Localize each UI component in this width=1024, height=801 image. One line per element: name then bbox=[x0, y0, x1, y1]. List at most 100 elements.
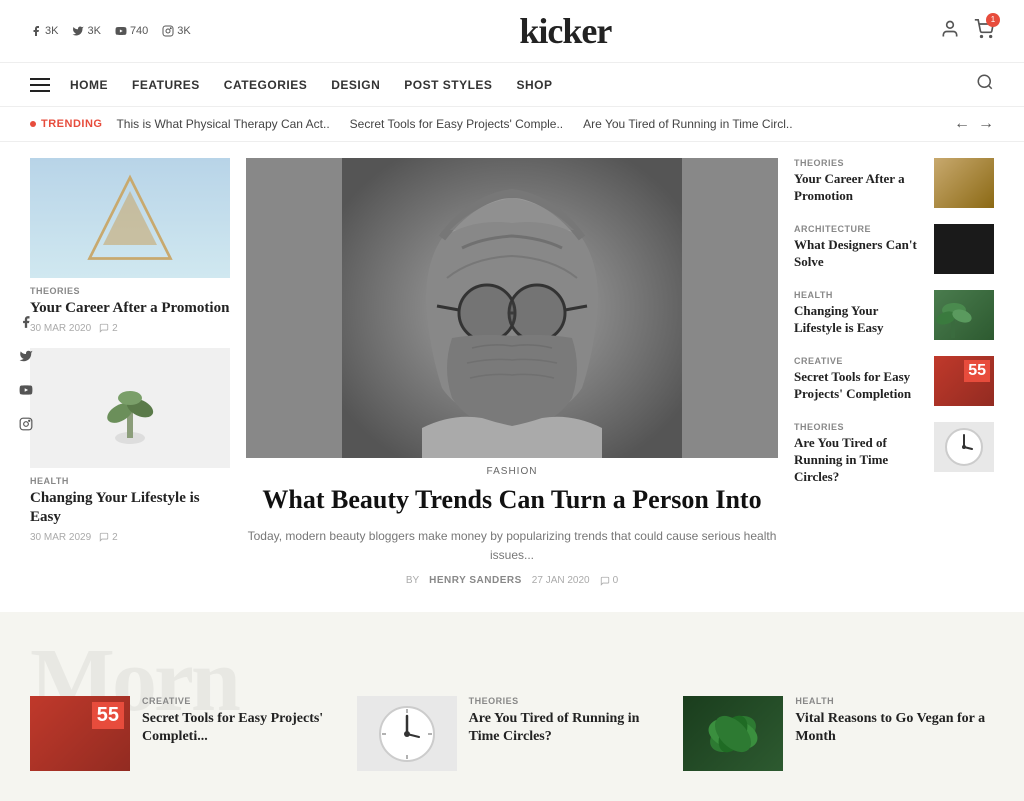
right-article-2[interactable]: ARCHITECTURE What Designers Can't Solve bbox=[794, 224, 994, 274]
featured-category: FASHION bbox=[246, 466, 778, 477]
right-article-5[interactable]: THEORIES Are You Tired of Running in Tim… bbox=[794, 422, 994, 486]
wood-image bbox=[934, 158, 994, 208]
youtube-count: 740 bbox=[130, 25, 148, 37]
right-article-3-text: HEALTH Changing Your Lifestyle is Easy bbox=[794, 290, 924, 337]
instagram-link[interactable]: 3K bbox=[162, 25, 190, 37]
right-article-1-text: THEORIES Your Career After a Promotion bbox=[794, 158, 924, 205]
bottom-card-1-text: CREATIVE Secret Tools for Easy Projects'… bbox=[142, 696, 341, 771]
bottom-card-3[interactable]: HEALTH Vital Reasons to Go Vegan for a M… bbox=[683, 696, 994, 771]
left-article-2-comments: 2 bbox=[99, 532, 118, 543]
right-article-2-image bbox=[934, 224, 994, 274]
bottom-card-3-image bbox=[683, 696, 783, 771]
trending-items: This is What Physical Therapy Can Act.. … bbox=[116, 117, 940, 131]
right-article-4-category: CREATIVE bbox=[794, 356, 924, 366]
right-column: THEORIES Your Career After a Promotion A… bbox=[794, 158, 994, 586]
search-button[interactable] bbox=[976, 73, 994, 96]
right-article-3[interactable]: HEALTH Changing Your Lifestyle is Easy bbox=[794, 290, 994, 340]
center-column: FASHION What Beauty Trends Can Turn a Pe… bbox=[246, 158, 778, 586]
right-article-4-text: CREATIVE Secret Tools for Easy Projects'… bbox=[794, 356, 924, 403]
cart-icon[interactable]: 1 bbox=[974, 19, 994, 44]
right-article-2-title: What Designers Can't Solve bbox=[794, 237, 924, 271]
bottom-card-1[interactable]: 55 CREATIVE Secret Tools for Easy Projec… bbox=[30, 696, 341, 771]
nav-shop[interactable]: SHOP bbox=[516, 78, 552, 92]
trending-dot-icon bbox=[30, 121, 36, 127]
bottom-card-1-title: Secret Tools for Easy Projects' Completi… bbox=[142, 710, 341, 746]
left-article-2-image bbox=[30, 348, 230, 468]
left-article-1-category: THEORIES bbox=[30, 286, 230, 296]
trending-label: TRENDING bbox=[30, 118, 102, 130]
youtube-link[interactable]: 740 bbox=[115, 25, 148, 37]
trending-item-2[interactable]: Secret Tools for Easy Projects' Comple.. bbox=[350, 117, 564, 131]
bottom-card-2-title: Are You Tired of Running in Time Circles… bbox=[469, 710, 668, 746]
trending-item-1[interactable]: This is What Physical Therapy Can Act.. bbox=[116, 117, 329, 131]
bottom-card-3-title: Vital Reasons to Go Vegan for a Month bbox=[795, 710, 994, 746]
featured-image[interactable] bbox=[246, 158, 778, 458]
green-image bbox=[934, 290, 994, 340]
trending-bar: TRENDING This is What Physical Therapy C… bbox=[0, 107, 1024, 142]
nav-post-styles[interactable]: POST STYLES bbox=[404, 78, 492, 92]
right-article-1-title: Your Career After a Promotion bbox=[794, 171, 924, 205]
bottom-section: Morn 55 CREATIVE Secret Tools for Easy P… bbox=[0, 612, 1024, 801]
featured-comments: 0 bbox=[600, 575, 619, 586]
right-article-1-category: THEORIES bbox=[794, 158, 924, 168]
left-article-2-title: Changing Your Lifestyle is Easy bbox=[30, 489, 230, 528]
site-logo[interactable]: kicker bbox=[519, 10, 611, 52]
facebook-link[interactable]: 3K bbox=[30, 25, 58, 37]
user-icon[interactable] bbox=[940, 19, 960, 44]
featured-author[interactable]: HENRY SANDERS bbox=[429, 575, 522, 586]
nav-categories[interactable]: CATEGORIES bbox=[224, 78, 307, 92]
nav-home[interactable]: HOME bbox=[70, 78, 108, 92]
trending-next-button[interactable]: → bbox=[978, 115, 994, 133]
clock-image bbox=[934, 422, 994, 472]
triangle-image bbox=[30, 158, 230, 278]
cart-badge: 1 bbox=[986, 13, 1000, 27]
instagram-count: 3K bbox=[177, 25, 190, 37]
right-article-4-image: 55 bbox=[934, 356, 994, 406]
featured-title[interactable]: What Beauty Trends Can Turn a Person Int… bbox=[246, 483, 778, 517]
top-bar: 3K 3K 740 3K kicker 1 bbox=[0, 0, 1024, 63]
bottom-card-2[interactable]: THEORIES Are You Tired of Running in Tim… bbox=[357, 696, 668, 771]
nav-design[interactable]: DESIGN bbox=[331, 78, 380, 92]
bottom-card-2-text: THEORIES Are You Tired of Running in Tim… bbox=[469, 696, 668, 771]
hamburger-menu[interactable] bbox=[30, 78, 50, 92]
left-article-1[interactable]: THEORIES Your Career After a Promotion 3… bbox=[30, 158, 230, 334]
trending-prev-button[interactable]: ← bbox=[954, 115, 970, 133]
bottom-card-2-image bbox=[357, 696, 457, 771]
sidebar-facebook-icon[interactable] bbox=[16, 312, 36, 332]
nav-links: HOME FEATURES CATEGORIES DESIGN POST STY… bbox=[70, 78, 552, 92]
featured-meta: BY HENRY SANDERS 27 JAN 2020 0 bbox=[246, 575, 778, 586]
nav-bar: HOME FEATURES CATEGORIES DESIGN POST STY… bbox=[0, 63, 1024, 107]
nav-left: HOME FEATURES CATEGORIES DESIGN POST STY… bbox=[30, 78, 552, 92]
sidebar-twitter-icon[interactable] bbox=[16, 346, 36, 366]
featured-date: 27 JAN 2020 bbox=[532, 575, 590, 586]
right-article-4[interactable]: CREATIVE Secret Tools for Easy Projects'… bbox=[794, 356, 994, 406]
trending-item-3[interactable]: Are You Tired of Running in Time Circl.. bbox=[583, 117, 792, 131]
twitter-count: 3K bbox=[87, 25, 100, 37]
left-article-2-date: 30 MAR 2029 bbox=[30, 532, 91, 543]
twitter-link[interactable]: 3K bbox=[72, 25, 100, 37]
right-article-4-title: Secret Tools for Easy Projects' Completi… bbox=[794, 369, 924, 403]
sidebar-instagram-icon[interactable] bbox=[16, 414, 36, 434]
top-actions: 1 bbox=[940, 19, 994, 44]
bottom-card-3-text: HEALTH Vital Reasons to Go Vegan for a M… bbox=[795, 696, 994, 771]
left-article-1-meta: 30 MAR 2020 2 bbox=[30, 323, 230, 334]
bottom-card-1-category: CREATIVE bbox=[142, 696, 341, 706]
sidebar-youtube-icon[interactable] bbox=[16, 380, 36, 400]
left-article-2[interactable]: HEALTH Changing Your Lifestyle is Easy 3… bbox=[30, 348, 230, 543]
nav-features[interactable]: FEATURES bbox=[132, 78, 200, 92]
right-article-1[interactable]: THEORIES Your Career After a Promotion bbox=[794, 158, 994, 208]
right-article-5-category: THEORIES bbox=[794, 422, 924, 432]
left-article-1-date: 30 MAR 2020 bbox=[30, 323, 91, 334]
red-image: 55 bbox=[934, 356, 994, 406]
left-article-1-title: Your Career After a Promotion bbox=[30, 299, 230, 319]
main-content: THEORIES Your Career After a Promotion 3… bbox=[0, 142, 1024, 602]
social-sidebar bbox=[16, 312, 36, 434]
right-article-5-image bbox=[934, 422, 994, 472]
left-article-2-category: HEALTH bbox=[30, 476, 230, 486]
trending-nav: ← → bbox=[954, 115, 994, 133]
social-links: 3K 3K 740 3K bbox=[30, 25, 191, 37]
right-article-5-text: THEORIES Are You Tired of Running in Tim… bbox=[794, 422, 924, 486]
left-article-1-comments: 2 bbox=[99, 323, 118, 334]
right-article-2-category: ARCHITECTURE bbox=[794, 224, 924, 234]
right-article-1-image bbox=[934, 158, 994, 208]
